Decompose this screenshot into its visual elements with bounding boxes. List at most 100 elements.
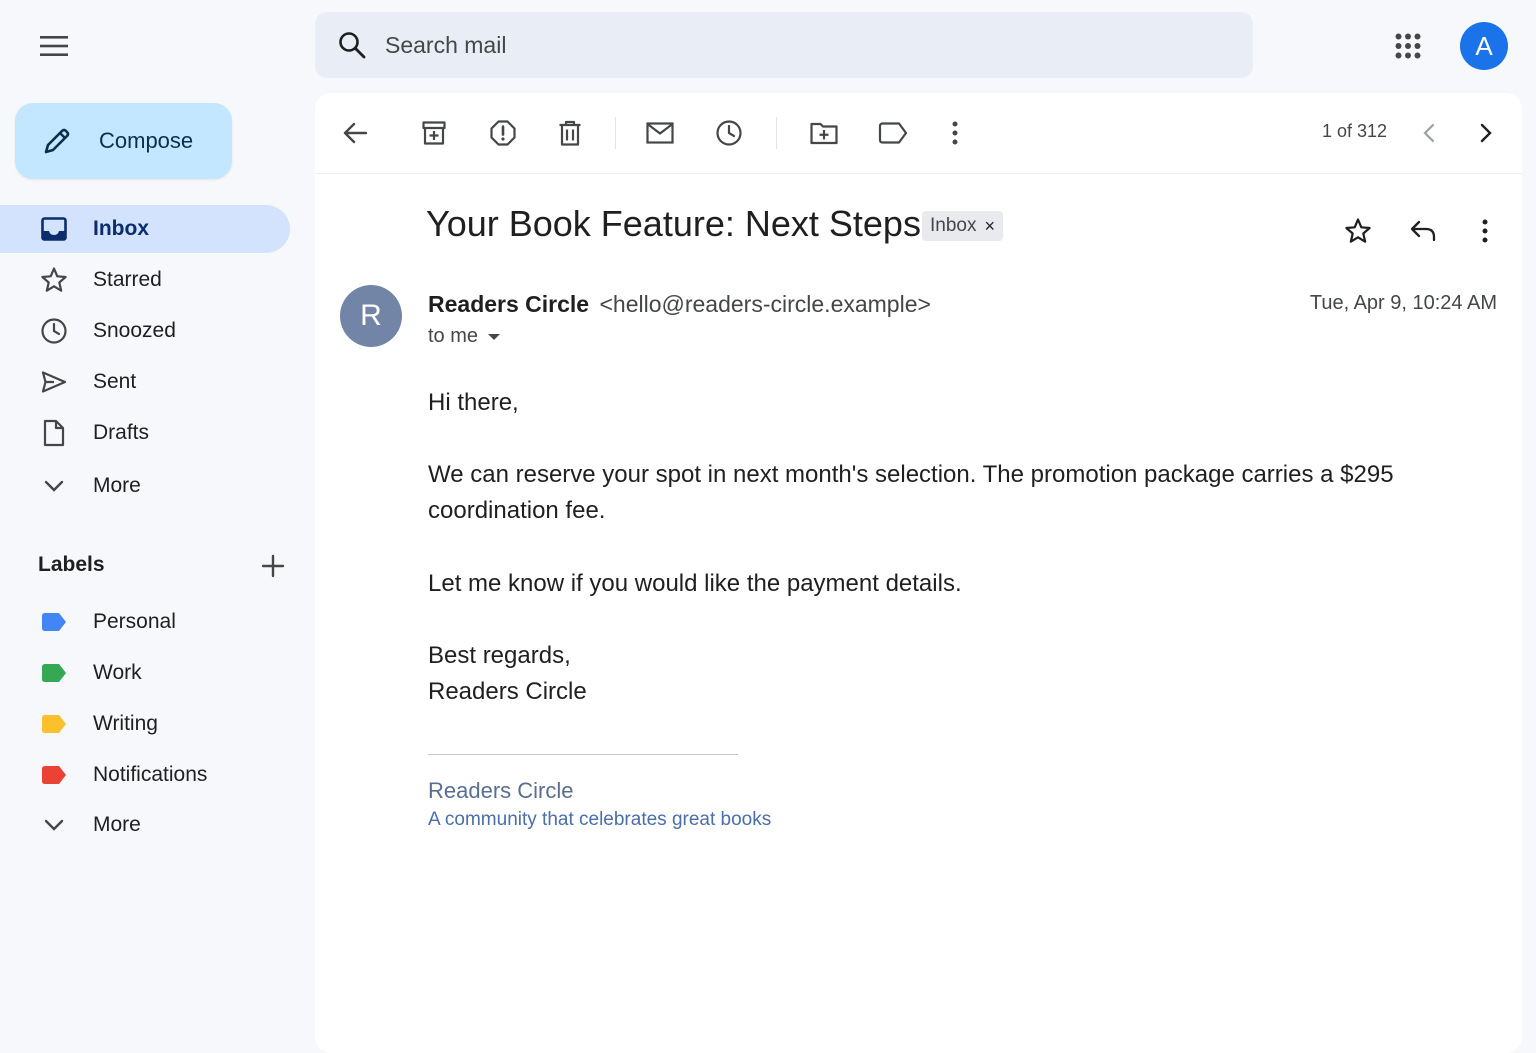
trash-icon bbox=[559, 120, 581, 146]
search-icon[interactable] bbox=[337, 30, 367, 60]
sidebar-item-label: Sent bbox=[93, 370, 137, 393]
older-button[interactable] bbox=[1464, 111, 1508, 155]
label-tag-icon bbox=[40, 659, 68, 687]
reply-button[interactable] bbox=[1401, 209, 1445, 253]
reply-icon bbox=[1410, 220, 1436, 242]
signature-name[interactable]: Readers Circle bbox=[428, 778, 574, 804]
clock-icon bbox=[40, 317, 68, 345]
arrow-back-icon bbox=[343, 122, 368, 144]
pager-count: 1 of 312 bbox=[1322, 121, 1388, 141]
chevron-right-icon bbox=[1480, 123, 1492, 143]
sidebar-label-text: Notifications bbox=[93, 763, 208, 786]
chip-label: Inbox bbox=[930, 215, 977, 236]
report-spam-icon bbox=[490, 120, 516, 146]
label-icon bbox=[878, 122, 908, 144]
sidebar-item-label: More bbox=[93, 813, 141, 836]
signature-divider bbox=[428, 754, 738, 755]
sidebar-label-text: Writing bbox=[93, 712, 158, 735]
apps-button[interactable] bbox=[1386, 24, 1430, 68]
archive-icon bbox=[422, 121, 446, 145]
more-vert-icon bbox=[1482, 219, 1488, 243]
plus-icon bbox=[261, 554, 285, 578]
archive-button[interactable] bbox=[412, 111, 456, 155]
search-bar[interactable] bbox=[315, 12, 1253, 78]
sidebar-item-label: Inbox bbox=[93, 217, 149, 240]
search-input[interactable] bbox=[383, 30, 1187, 60]
email-body-greeting: Hi there, bbox=[428, 389, 519, 416]
sidebar-item-snoozed[interactable]: Snoozed bbox=[0, 307, 290, 355]
star-icon bbox=[40, 266, 68, 294]
mail-icon bbox=[646, 122, 674, 144]
sidebar-item-drafts[interactable]: Drafts bbox=[0, 409, 290, 457]
compose-button[interactable]: Compose bbox=[15, 103, 232, 179]
add-label-button[interactable] bbox=[258, 551, 288, 581]
caret-down-icon bbox=[488, 333, 501, 340]
sidebar-label-text: Work bbox=[93, 661, 142, 684]
label-tag-icon bbox=[40, 710, 68, 738]
delete-button[interactable] bbox=[548, 111, 592, 155]
signature-tagline: A community that celebrates great books bbox=[428, 809, 772, 830]
label-tag-icon bbox=[40, 608, 68, 636]
sidebar-item-sent[interactable]: Sent bbox=[0, 358, 290, 406]
mark-unread-button[interactable] bbox=[638, 111, 682, 155]
send-icon bbox=[40, 368, 68, 396]
sender-email: <hello@readers-circle.example> bbox=[599, 291, 931, 317]
label-tag-icon bbox=[40, 761, 68, 789]
sidebar-item-label: Drafts bbox=[93, 421, 150, 444]
sidebar-item-more[interactable]: More bbox=[0, 462, 290, 510]
account-avatar[interactable]: A bbox=[1460, 22, 1508, 70]
clock-icon bbox=[716, 120, 742, 146]
email-body-closing: Best regards, bbox=[428, 642, 571, 669]
chevron-left-icon bbox=[1423, 123, 1435, 143]
sidebar-item-starred[interactable]: Starred bbox=[0, 256, 290, 304]
move-to-button[interactable] bbox=[802, 111, 846, 155]
recipient-details-toggle[interactable]: to me bbox=[428, 325, 502, 348]
sidebar-label-writing[interactable]: Writing bbox=[0, 700, 290, 748]
back-button[interactable] bbox=[333, 111, 377, 155]
sidebar-labels-more[interactable]: More bbox=[0, 801, 290, 849]
email-body-paragraph: We can reserve your spot in next month's… bbox=[428, 461, 1394, 524]
labels-button[interactable] bbox=[871, 111, 915, 155]
inbox-label-chip: Inbox × bbox=[922, 211, 1003, 241]
sidebar-item-inbox[interactable]: Inbox bbox=[0, 205, 290, 253]
remove-label-icon[interactable]: × bbox=[984, 216, 995, 237]
toolbar-divider bbox=[615, 117, 616, 149]
sidebar-item-label: Snoozed bbox=[93, 319, 176, 342]
apps-grid-icon bbox=[1395, 33, 1421, 59]
email-date: Tue, Apr 9, 10:24 AM bbox=[1309, 292, 1497, 314]
inbox-icon bbox=[40, 215, 68, 243]
sidebar-label-personal[interactable]: Personal bbox=[0, 598, 290, 646]
email-view: 1 of 312 Your Book Feature: Next Steps I… bbox=[315, 93, 1522, 1053]
main-menu-button[interactable] bbox=[30, 26, 78, 66]
star-icon bbox=[1345, 218, 1371, 243]
toolbar-divider bbox=[776, 117, 777, 149]
email-more-button[interactable] bbox=[1463, 209, 1507, 253]
email-body-signoff: Readers Circle bbox=[428, 678, 587, 705]
toolbar-separator bbox=[315, 173, 1522, 174]
sender-name[interactable]: Readers Circle bbox=[428, 291, 589, 317]
star-email-button[interactable] bbox=[1336, 209, 1380, 253]
sidebar-item-label: More bbox=[93, 474, 141, 497]
email-subject: Your Book Feature: Next Steps bbox=[426, 203, 921, 244]
sender-line: Readers Circle <hello@readers-circle.exa… bbox=[428, 291, 931, 318]
sender-avatar[interactable]: R bbox=[340, 285, 402, 347]
chevron-down-icon bbox=[40, 811, 68, 839]
newer-button[interactable] bbox=[1407, 111, 1451, 155]
sidebar-label-work[interactable]: Work bbox=[0, 649, 290, 697]
recipient-text: to me bbox=[428, 325, 479, 347]
folder-move-icon bbox=[810, 122, 838, 145]
toolbar-more-button[interactable] bbox=[933, 111, 977, 155]
hamburger-icon bbox=[40, 36, 68, 56]
report-spam-button[interactable] bbox=[481, 111, 525, 155]
snooze-button[interactable] bbox=[707, 111, 751, 155]
draft-icon bbox=[40, 419, 68, 447]
pencil-icon bbox=[44, 128, 70, 154]
labels-heading: Labels bbox=[38, 553, 105, 576]
chevron-down-icon bbox=[40, 472, 68, 500]
email-body-paragraph: Let me know if you would like the paymen… bbox=[428, 570, 962, 597]
sidebar-label-notifications[interactable]: Notifications bbox=[0, 751, 290, 799]
sidebar-label-text: Personal bbox=[93, 610, 176, 633]
compose-label: Compose bbox=[99, 128, 194, 153]
sidebar-item-label: Starred bbox=[93, 268, 162, 291]
more-vert-icon bbox=[952, 121, 958, 145]
